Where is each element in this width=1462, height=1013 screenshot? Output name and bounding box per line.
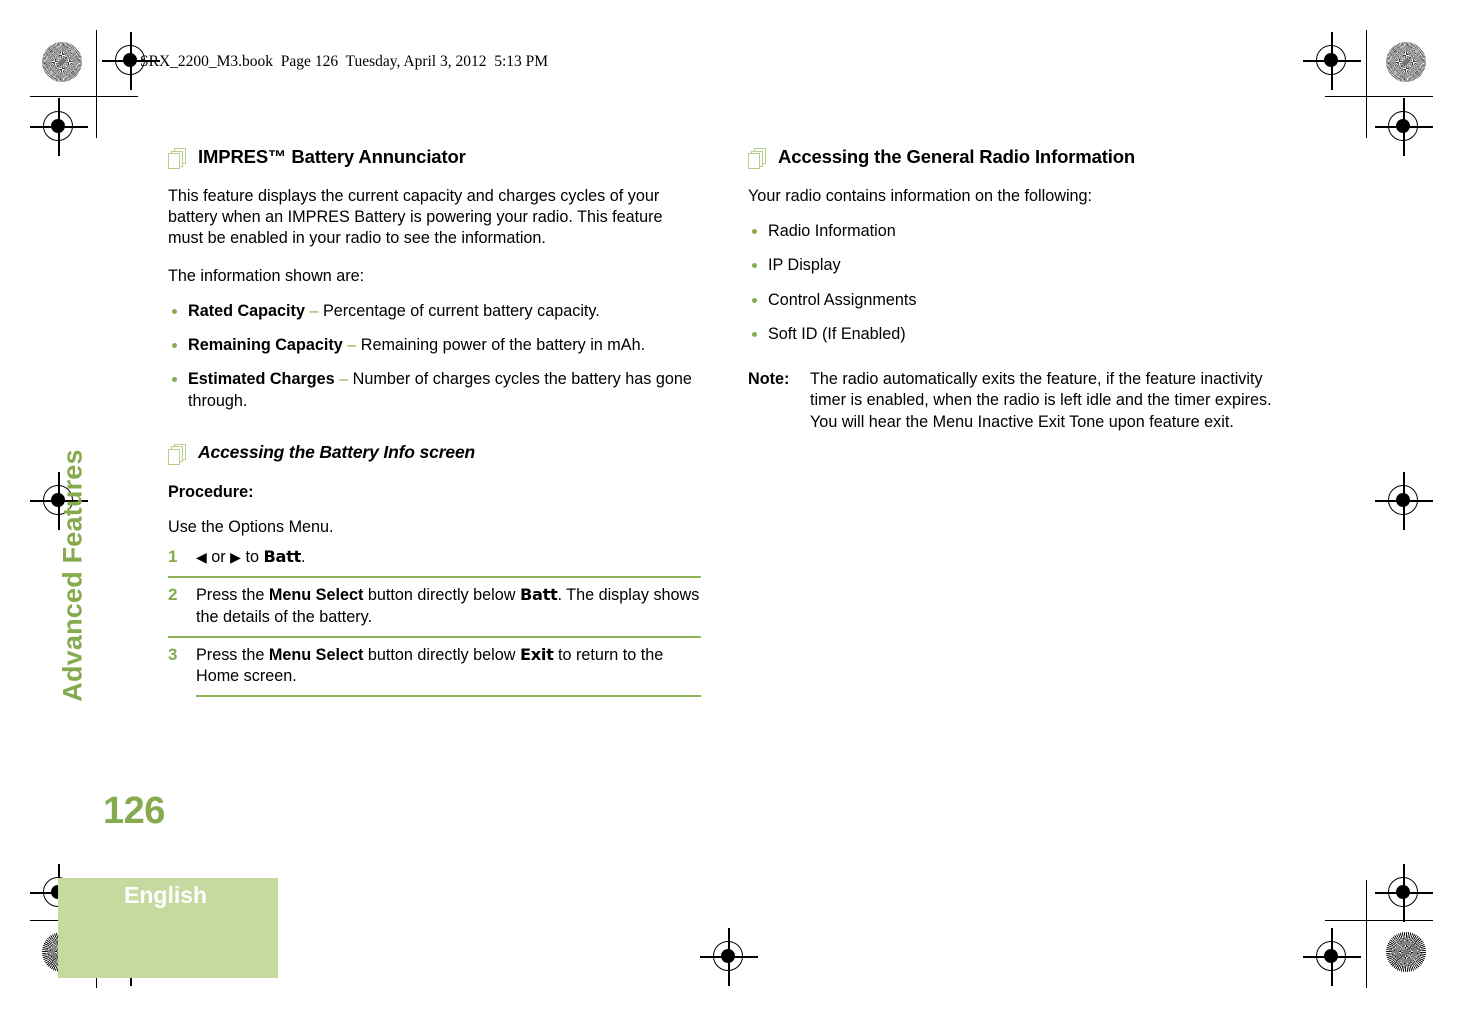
registration-target-left-upper [30,98,88,156]
trim-line-left-top [96,30,98,138]
button-name: Menu Select [268,645,364,664]
registration-target-right-upper [1375,98,1433,156]
stacked-pages-icon [748,148,768,170]
procedure-steps: 1 ◀ or ▶ to Batt. 2 Press the Menu Selec… [168,540,701,695]
registration-target-right-lower [1375,864,1433,922]
procedure-step: 1 ◀ or ▶ to Batt. [168,540,701,576]
section-title: Accessing the General Radio Information [778,146,1136,167]
definition-dash: – [347,336,357,355]
step-text: Press the Menu Select button directly be… [196,584,701,627]
stacked-pages-icon [168,148,188,170]
right-content-column: Accessing the General Radio Information … [748,146,1281,433]
definition-term: Remaining Capacity [188,336,343,355]
definition-term: Rated Capacity [188,301,305,320]
note-text: The radio automatically exits the featur… [810,370,1272,431]
arrow-right-icon: ▶ [230,550,241,567]
note-block: Note: The radio automatically exits the … [748,369,1281,433]
trim-line-right-bottom [1366,880,1368,988]
section-heading-general-radio-info: Accessing the General Radio Information [748,146,1281,170]
button-name: Menu Select [268,586,364,605]
registration-target-right-middle [1375,472,1433,530]
section-heading-impres: IMPRES™ Battery Annunciator [168,146,701,170]
list-item: Radio Information [748,221,1281,242]
subsection-title: Accessing the Battery Info screen [198,441,476,462]
display-code-exit: Exit [519,644,554,664]
step-number: 2 [168,585,178,605]
intro-paragraph: This feature displays the current capaci… [168,187,663,248]
procedure-end-rule [196,695,701,698]
step-mid-text: button directly below [363,586,520,605]
left-content-column: IMPRES™ Battery Annunciator This feature… [168,146,701,698]
list-item: Control Assignments [748,290,1281,311]
step-suffix: . [301,548,306,567]
chapter-tab-label: Advanced Features [57,449,88,702]
registration-target-bottom-right-inner [1303,928,1361,986]
display-code-batt: Batt [519,585,558,605]
definition-term: Estimated Charges [188,370,335,389]
step-pre-text: Press the [196,645,269,664]
list-item: Estimated Charges – Number of charges cy… [168,369,701,411]
registration-target-bottom-center [700,928,758,986]
procedure-intro: Use the Options Menu. [168,517,334,536]
registration-rosette-top-left [42,42,82,82]
step-number: 3 [168,644,178,664]
page-number: 126 [103,790,165,832]
trim-line-bottom-right [1325,920,1433,922]
section-title: IMPRES™ Battery Annunciator [198,146,466,167]
step-mid-text: button directly below [363,645,520,664]
arrow-left-icon: ◀ [196,550,207,567]
trim-line-top-right [1325,96,1433,98]
registration-rosette-bottom-right [1386,932,1426,972]
list-item: Soft ID (If Enabled) [748,324,1281,345]
definition-description: Remaining power of the battery in mAh. [360,336,646,355]
step-middle-text: to [240,548,264,567]
step-pre-text: Press the [196,586,269,605]
info-bullet-list: Radio Information IP Display Control Ass… [748,221,1281,345]
running-header: SRX_2200_M3.book Page 126 Tuesday, April… [140,53,549,70]
definition-dash: – [309,301,319,320]
procedure-step: 3 Press the Menu Select button directly … [168,635,701,695]
list-item: IP Display [748,255,1281,276]
note-label: Note: [748,370,790,389]
registration-target-top-right-inner [1303,32,1361,90]
trim-line-top-left [30,96,138,98]
procedure-step: 2 Press the Menu Select button directly … [168,576,701,635]
stacked-pages-icon [168,443,188,466]
display-code-batt: Batt [263,547,301,567]
list-item: Rated Capacity – Percentage of current b… [168,301,701,322]
definition-dash: – [339,370,349,389]
step-text: ◀ or ▶ to Batt. [196,546,701,568]
step-or-word: or [206,548,231,567]
procedure-label: Procedure: [168,482,254,501]
subsection-heading-battery-info: Accessing the Battery Info screen [168,442,701,466]
language-tab-label: English [124,882,208,908]
list-item: Remaining Capacity – Remaining power of … [168,335,701,356]
definition-description: Percentage of current battery capacity. [322,301,600,320]
trim-line-right-top [1366,30,1368,138]
registration-rosette-top-right [1386,42,1426,82]
list-lead-text: The information shown are: [168,266,365,285]
definition-list: Rated Capacity – Percentage of current b… [168,301,701,412]
step-text: Press the Menu Select button directly be… [196,644,701,687]
intro-paragraph: Your radio contains information on the f… [748,187,1093,205]
step-number: 1 [168,547,178,567]
